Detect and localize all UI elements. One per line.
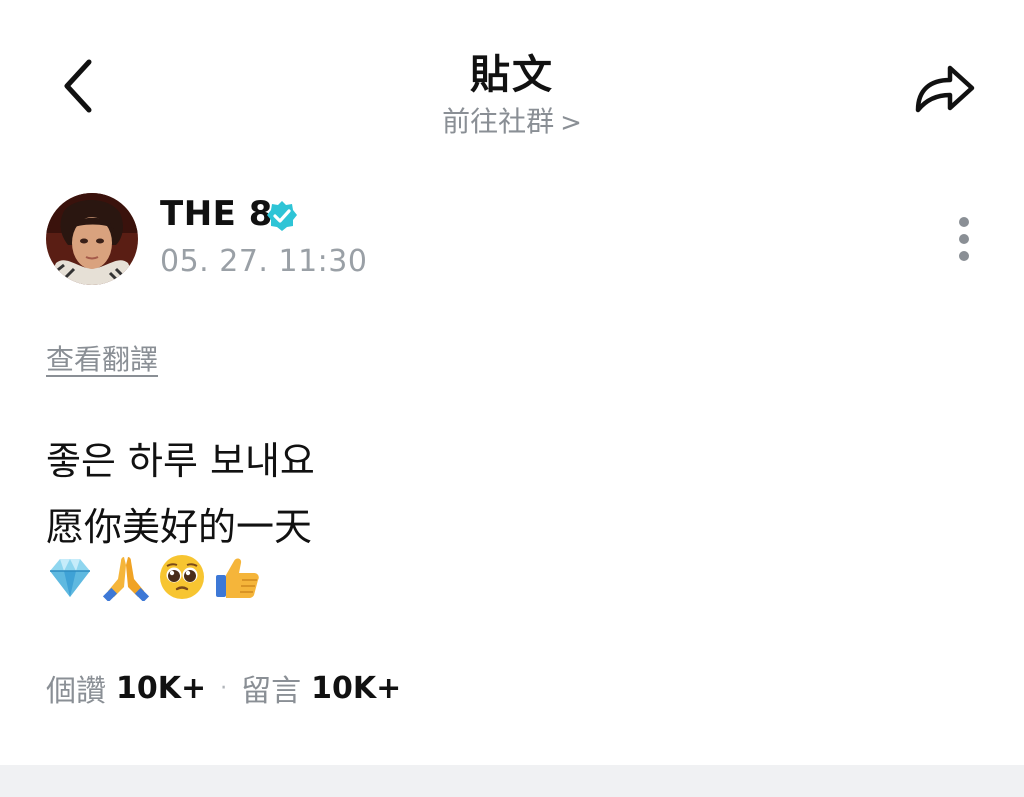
post-text-line: 좋은 하루 보내요 [46, 439, 315, 483]
profile-photo [46, 193, 138, 285]
more-options-button[interactable] [944, 212, 984, 268]
post-timestamp: 05. 27. 11:30 [160, 244, 368, 279]
post-stats: 個讚 10K+ · 留言 10K+ [46, 666, 401, 710]
stats-separator: · [220, 675, 228, 701]
comments-label: 留言 [241, 674, 302, 709]
verified-badge-icon [267, 201, 297, 231]
page-title: 貼文 [470, 52, 554, 98]
author-name[interactable]: THE 8 [160, 194, 273, 234]
view-translation-link[interactable]: 查看翻譯 [46, 338, 158, 378]
chevron-right-icon: > [560, 108, 582, 138]
likes-count[interactable]: 10K+ [116, 671, 206, 706]
comments-count[interactable]: 10K+ [311, 671, 401, 706]
post-text-line: 愿你美好的一天 [46, 505, 313, 549]
post-body: 좋은 하루 보내요 愿你美好的一天 [46, 428, 315, 560]
go-to-community-link[interactable]: 前往社群 > [0, 100, 1024, 140]
pleading-face-icon [160, 555, 204, 599]
top-bar: 貼文 前往社群 > [0, 0, 1024, 160]
avatar[interactable] [46, 193, 138, 285]
gem-icon [50, 559, 90, 597]
likes-label: 個讚 [46, 674, 106, 709]
share-arrow-icon [915, 65, 975, 113]
folded-hands-icon [102, 557, 150, 601]
thumbs-up-icon [216, 558, 259, 598]
emoji-row [46, 553, 262, 603]
community-link-label: 前往社群 [442, 105, 555, 138]
section-divider [0, 765, 1024, 797]
more-vertical-icon [959, 217, 969, 261]
share-button[interactable] [906, 54, 984, 122]
